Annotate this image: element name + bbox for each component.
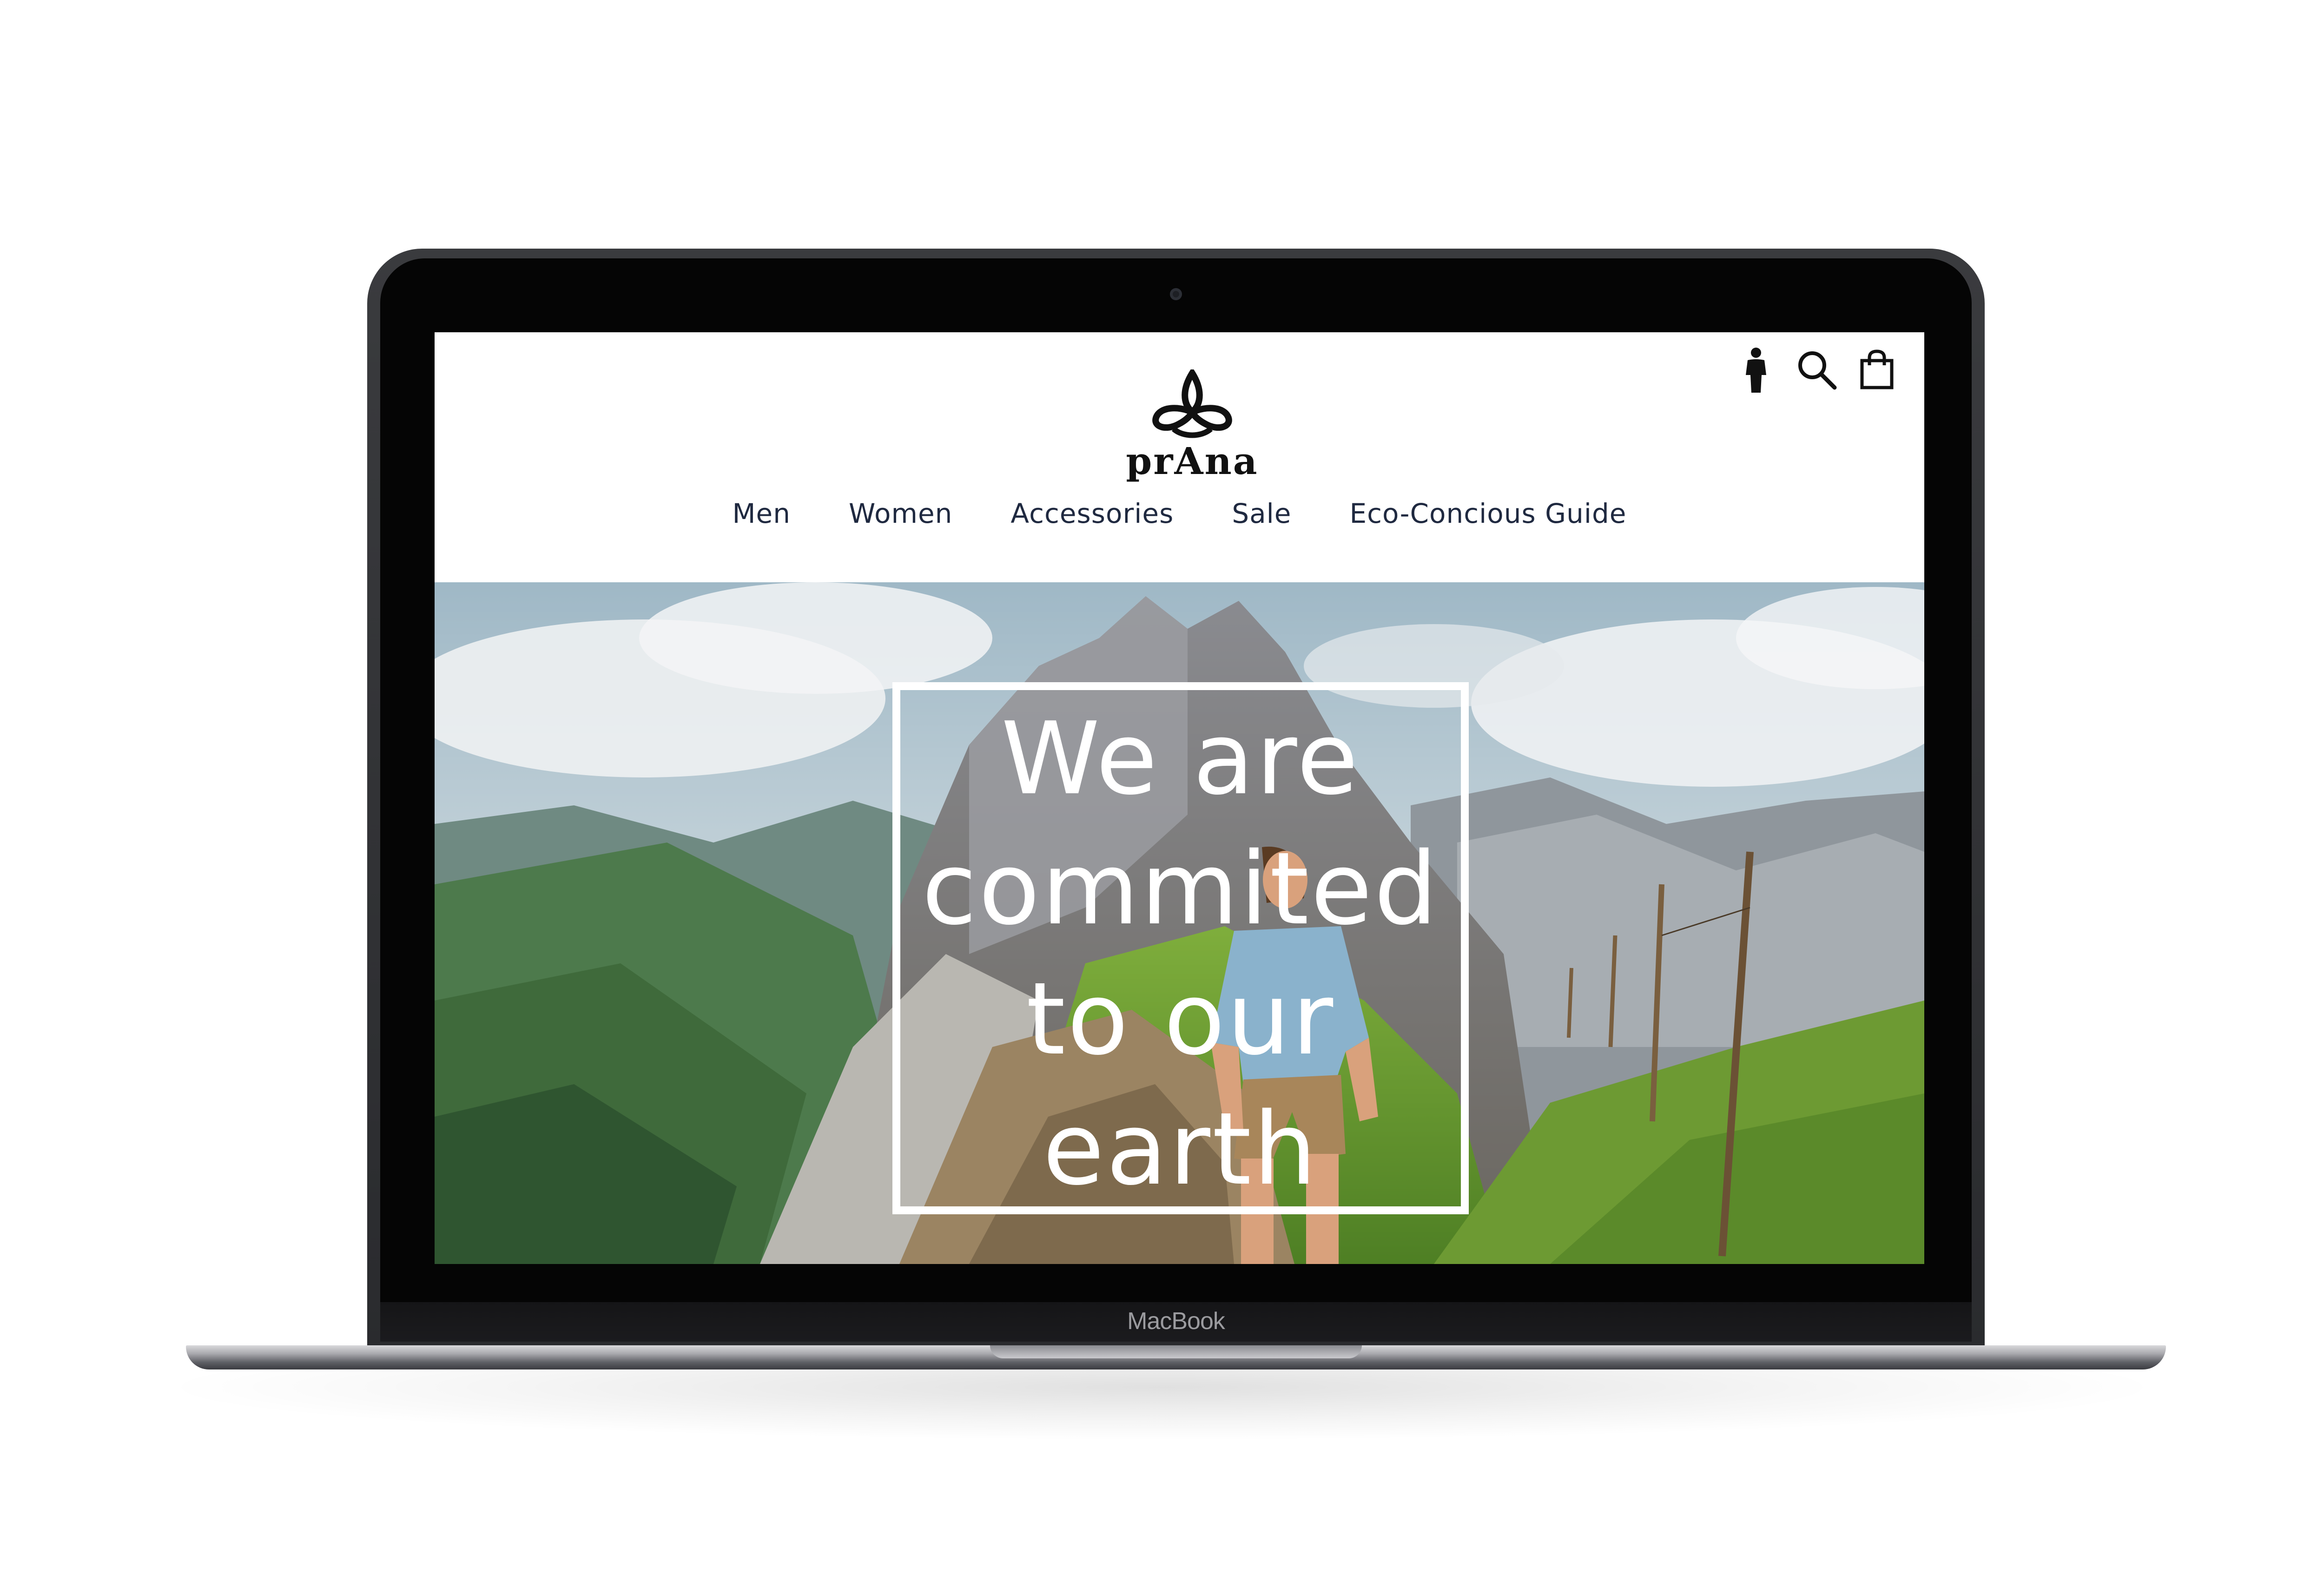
hero-headline-line: commited — [922, 830, 1439, 947]
main-nav: Men Women Accessories Sale Eco-Concious … — [435, 493, 1924, 534]
search-icon[interactable] — [1793, 346, 1840, 393]
webcam-icon — [1170, 288, 1182, 300]
header-icons — [1733, 346, 1900, 393]
hero-headline-line: to our — [1026, 961, 1335, 1077]
site-header: prAna Men Women Accessories Sale Eco-Con… — [435, 332, 1924, 583]
hero-headline-line: We are — [1001, 700, 1360, 817]
laptop-hinge-notch — [990, 1345, 1362, 1358]
lotus-logo-icon — [1152, 369, 1232, 438]
shopping-bag-icon[interactable] — [1854, 346, 1900, 393]
hero-banner: We are commited to our earth — [435, 582, 1924, 1264]
hero-headline-line: earth — [1043, 1091, 1319, 1207]
browser-viewport: prAna Men Women Accessories Sale Eco-Con… — [435, 332, 1924, 1264]
hero-headline: We are commited to our earth — [853, 694, 1508, 1214]
nav-item-sale[interactable]: Sale — [1232, 498, 1291, 529]
nav-item-men[interactable]: Men — [733, 498, 791, 529]
device-label: MacBook — [1127, 1308, 1225, 1335]
brand-name: prAna — [1126, 439, 1259, 483]
nav-item-eco-guide[interactable]: Eco-Concious Guide — [1349, 498, 1626, 529]
brand-logo[interactable]: prAna — [1118, 369, 1267, 483]
nav-item-women[interactable]: Women — [849, 498, 952, 529]
nav-item-accessories[interactable]: Accessories — [1010, 498, 1174, 529]
account-icon[interactable] — [1733, 346, 1779, 393]
